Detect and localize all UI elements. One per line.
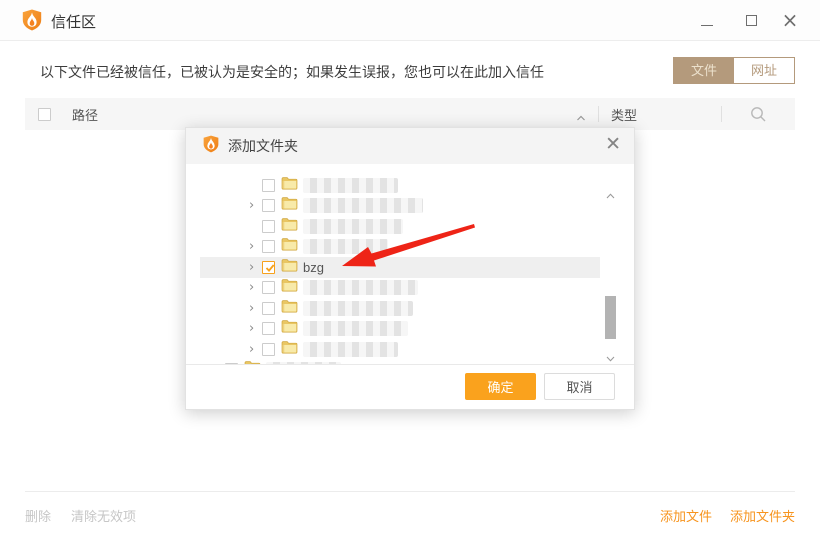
file-url-toggle: 文件 网址: [673, 57, 795, 84]
select-all-checkbox[interactable]: [38, 108, 51, 121]
folder-checkbox[interactable]: [262, 179, 275, 192]
tree-row-censored[interactable]: ›: [200, 298, 600, 319]
folder-checkbox[interactable]: [262, 281, 275, 294]
tree-row-censored[interactable]: ›: [200, 196, 600, 217]
dialog-header: 添加文件夹 ✕: [186, 128, 634, 164]
censored-folder-label: [303, 301, 413, 316]
folder-checkbox[interactable]: [262, 322, 275, 335]
folder-icon: [281, 217, 298, 236]
folder-icon: [281, 278, 298, 297]
trust-zone-window: 信任区 × 以下文件已经被信任，已被认为是安全的；如果发生误报，您也可以在此加入…: [0, 0, 820, 540]
app-logo-icon: [22, 9, 42, 36]
footer-bar: 删除 清除无效项 添加文件 添加文件夹: [25, 492, 795, 538]
tree-row-censored[interactable]: ›: [200, 278, 600, 299]
expand-arrow-icon[interactable]: ›: [249, 199, 261, 212]
tree-row-censored[interactable]: ›: [200, 319, 600, 340]
minimize-button[interactable]: [692, 0, 722, 40]
expand-arrow-icon[interactable]: ›: [249, 302, 261, 315]
table-header: 路径 类型: [25, 98, 795, 130]
folder-icon: [281, 299, 298, 318]
add-file-link[interactable]: 添加文件: [660, 506, 712, 525]
censored-folder-label: [303, 219, 403, 234]
window-title: 信任区: [51, 11, 96, 32]
censored-folder-label: [303, 342, 398, 357]
folder-icon: [281, 176, 298, 195]
folder-label: bzg: [303, 260, 324, 275]
censored-folder-label: [303, 239, 388, 254]
folder-icon: [281, 237, 298, 256]
censored-folder-label: [303, 321, 408, 336]
expand-arrow-icon[interactable]: ›: [249, 322, 261, 335]
search-icon[interactable]: [722, 106, 795, 123]
add-folder-dialog: 添加文件夹 ✕ › › › bzg › › › › 确定 取消: [185, 127, 635, 410]
toggle-urls[interactable]: 网址: [734, 58, 794, 83]
folder-checkbox[interactable]: [262, 240, 275, 253]
sort-asc-icon[interactable]: [576, 110, 584, 118]
folder-checkbox[interactable]: [262, 302, 275, 315]
expand-arrow-icon[interactable]: ›: [249, 240, 261, 253]
maximize-icon: [746, 15, 757, 26]
add-folder-link[interactable]: 添加文件夹: [730, 506, 795, 525]
folder-tree: › › › bzg › › › ›: [186, 164, 634, 365]
folder-checkbox[interactable]: [262, 199, 275, 212]
folder-checkbox[interactable]: [262, 343, 275, 356]
expand-arrow-icon[interactable]: ›: [249, 281, 261, 294]
dialog-title: 添加文件夹: [228, 136, 298, 156]
folder-checkbox[interactable]: [262, 220, 275, 233]
folder-icon: [281, 319, 298, 338]
close-icon: ×: [782, 10, 799, 30]
folder-checkbox[interactable]: [262, 261, 275, 274]
column-type: 类型: [599, 105, 721, 124]
censored-folder-label: [303, 280, 418, 295]
tree-row-censored[interactable]: ›: [200, 237, 600, 258]
scrollbar-up-icon[interactable]: [606, 186, 615, 204]
ok-button[interactable]: 确定: [465, 373, 536, 400]
column-path: 路径: [72, 105, 98, 124]
folder-icon: [281, 340, 298, 359]
delete-link[interactable]: 删除: [25, 506, 51, 525]
censored-folder-label: [303, 198, 423, 213]
folder-icon: [281, 196, 298, 215]
tree-row-bzg[interactable]: › bzg: [200, 257, 600, 278]
expand-arrow-icon[interactable]: ›: [249, 261, 261, 274]
dialog-close-icon[interactable]: ✕: [605, 135, 621, 154]
scrollbar-thumb[interactable]: [605, 296, 616, 339]
dialog-footer: 确定 取消: [186, 363, 634, 409]
cancel-button[interactable]: 取消: [544, 373, 615, 400]
trust-description: 以下文件已经被信任，已被认为是安全的；如果发生误报，您也可以在此加入信任: [40, 62, 544, 82]
titlebar: 信任区 ×: [0, 0, 820, 41]
tree-row-censored[interactable]: [200, 175, 600, 196]
folder-icon: [281, 258, 298, 277]
close-button[interactable]: ×: [775, 0, 805, 40]
tree-row-censored[interactable]: [200, 216, 600, 237]
tree-row-censored[interactable]: ›: [200, 339, 600, 360]
clear-invalid-link[interactable]: 清除无效项: [71, 506, 136, 525]
minimize-icon: [701, 25, 713, 26]
app-logo-icon: [203, 135, 219, 158]
maximize-button[interactable]: [736, 0, 766, 40]
toggle-files[interactable]: 文件: [674, 58, 734, 83]
censored-folder-label: [303, 178, 398, 193]
expand-arrow-icon[interactable]: ›: [249, 343, 261, 356]
